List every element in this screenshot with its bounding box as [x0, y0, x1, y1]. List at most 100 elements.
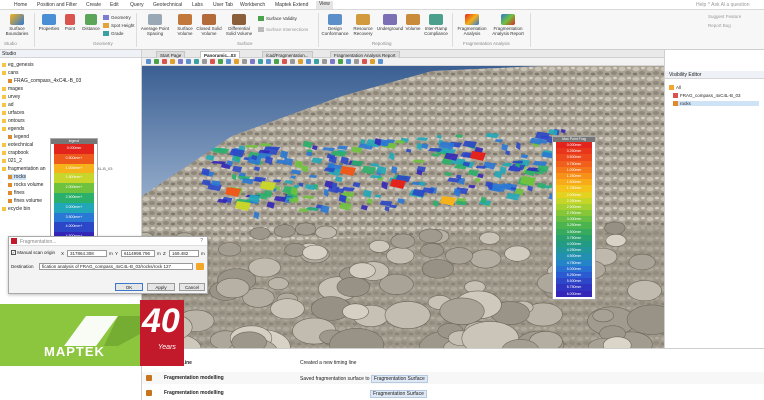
browse-folder-icon[interactable] — [196, 263, 204, 270]
visibility-item-all[interactable]: All — [669, 85, 681, 91]
menu-labs[interactable]: Labs — [192, 2, 203, 8]
apply-button[interactable]: Apply — [147, 283, 175, 291]
toolbar-icon[interactable] — [298, 59, 303, 64]
manual-scan-origin-checkbox[interactable]: ✓ Manual scan origin — [11, 250, 55, 256]
tree-item[interactable]: crapbook — [2, 150, 29, 156]
x-field[interactable]: 317864.308 — [67, 250, 107, 257]
dialog-help-icon[interactable]: ? — [200, 238, 203, 244]
toolbar-icon[interactable] — [346, 59, 351, 64]
closed-solid-volume-button[interactable]: Closed Solid Volume — [196, 14, 222, 36]
log-row[interactable]: Fragmentation modelling Saved fragmentat… — [142, 372, 764, 384]
toolbar-icon[interactable] — [370, 59, 375, 64]
tree-item[interactable]: fines volume — [8, 198, 42, 204]
toolbar-icon[interactable] — [258, 59, 263, 64]
menu-query[interactable]: Query — [130, 2, 144, 8]
toolbar-icon[interactable] — [290, 59, 295, 64]
differential-solid-volume-button[interactable]: Differential Solid Volume — [224, 14, 254, 36]
toolbar-icon[interactable] — [226, 59, 231, 64]
toolbar-icon[interactable] — [330, 59, 335, 64]
design-conformance-button[interactable]: Design Conformance — [320, 14, 350, 36]
toolbar-icon[interactable] — [146, 59, 151, 64]
menu-geotechnical[interactable]: Geotechnical — [153, 2, 182, 8]
menu-maptek-extend[interactable]: Maptek Extend — [275, 2, 308, 8]
tree-item[interactable]: rocks — [8, 174, 26, 180]
y-field[interactable]: 6114998.796 — [121, 250, 155, 257]
fragmentation-surface-link[interactable]: Fragmentation Surface — [370, 390, 427, 398]
visibility-item-rocks[interactable]: rocks — [673, 101, 759, 107]
menu-create[interactable]: Create — [86, 2, 101, 8]
tree-item[interactable]: FRAG_compass_4xC4L-B_03 — [8, 78, 81, 84]
toolbar-icon[interactable] — [210, 59, 215, 64]
tab-cad-fragmentation[interactable]: /cad/Fragmentation... — [262, 51, 313, 58]
toolbar-icon[interactable] — [266, 59, 271, 64]
tree-item[interactable]: ad — [2, 102, 14, 108]
distance-button[interactable]: Distance — [80, 14, 102, 31]
properties-button[interactable]: Properties — [37, 14, 61, 31]
menu-edit[interactable]: Edit — [110, 2, 119, 8]
toolbar-icon[interactable] — [338, 59, 343, 64]
3d-viewer[interactable]: Max Point Frag 0.000mm 0.250mm 0.500mm 0.75… — [142, 66, 664, 348]
menu-workbench[interactable]: Workbench — [240, 2, 265, 8]
z-field[interactable]: 169.482 — [169, 250, 199, 257]
fragmentation-surface-link[interactable]: Fragmentation Surface — [370, 375, 428, 383]
surface-validity-button[interactable]: Surface Validity — [258, 16, 297, 22]
toolbar-icon[interactable] — [186, 59, 191, 64]
underground-button[interactable]: Underground — [376, 14, 404, 31]
tab-start-page[interactable]: Start Page — [156, 51, 186, 58]
tab-fragmentation-report[interactable]: Fragmentation Analysis Report — [330, 51, 400, 58]
visibility-item-scan[interactable]: FRAG_compass_4xC4L-B_03 — [673, 93, 741, 99]
grade-button[interactable]: Grade — [103, 31, 124, 37]
toolbar-icon[interactable] — [322, 59, 327, 64]
tree-item[interactable]: fragmentation an — [2, 166, 46, 172]
toolbar-icon[interactable] — [242, 59, 247, 64]
tree-item[interactable]: ontours — [2, 118, 25, 124]
report-bug-button[interactable]: Report Bug — [708, 23, 731, 28]
tree-item[interactable]: urfaces — [2, 110, 24, 116]
tree-item[interactable]: urvey — [2, 94, 20, 100]
toolbar-icon[interactable] — [274, 59, 279, 64]
toolbar-icon[interactable] — [306, 59, 311, 64]
fragmentation-analysis-button[interactable]: Fragmentation Analysis — [455, 14, 489, 36]
toolbar-icon[interactable] — [378, 59, 383, 64]
surface-volume-button[interactable]: Surface Volume — [175, 14, 195, 36]
help-search[interactable]: Help ^ Ask Al a question — [696, 2, 750, 8]
surface-boundaries-button[interactable]: Surface Boundaries — [4, 14, 30, 36]
ok-button[interactable]: OK — [115, 283, 143, 291]
tree-item[interactable]: legend — [8, 134, 29, 140]
tree-item[interactable]: ecycle bin — [2, 206, 30, 212]
volume-button[interactable]: Volume — [404, 14, 422, 31]
log-row[interactable]: Timing Line Created a new timing line — [142, 357, 764, 369]
toolbar-icon[interactable] — [362, 59, 367, 64]
toolbar-icon[interactable] — [162, 59, 167, 64]
toolbar-icon[interactable] — [154, 59, 159, 64]
toolbar-icon[interactable] — [202, 59, 207, 64]
menu-user-tab[interactable]: User Tab — [213, 2, 233, 8]
toolbar-icon[interactable] — [178, 59, 183, 64]
menu-home[interactable]: Home — [14, 2, 27, 8]
menu-position-filter[interactable]: Position and Filter — [37, 2, 77, 8]
tree-item[interactable]: mages — [2, 86, 23, 92]
fragmentation-analysis-report-button[interactable]: Fragmentation Analysis Report — [490, 14, 526, 36]
resource-recovery-button[interactable]: Resource Recovery — [351, 14, 375, 36]
tree-item[interactable]: eotechnical — [2, 142, 33, 148]
toolbar-icon[interactable] — [250, 59, 255, 64]
tab-panoramic[interactable]: Panoramic...03 — [200, 51, 240, 58]
menu-view[interactable]: View — [316, 1, 333, 9]
geometry-button[interactable]: Geometry — [103, 15, 131, 21]
toolbar-icon[interactable] — [354, 59, 359, 64]
tree-item[interactable]: 021_2 — [2, 158, 22, 164]
destination-field[interactable]: fication analysis of FRAG_compass_4xC4L-… — [39, 263, 193, 270]
tree-item[interactable]: egends — [2, 126, 24, 132]
toolbar-icon[interactable] — [218, 59, 223, 64]
inter-ramp-compliance-button[interactable]: Inter-Ramp Compliance — [423, 14, 449, 36]
tree-item[interactable]: cans — [2, 70, 19, 76]
point-button[interactable]: Point — [62, 14, 78, 31]
suggest-feature-button[interactable]: Suggest Feature — [708, 14, 741, 19]
tree-item[interactable]: eg_genesis — [2, 62, 34, 68]
tree-item[interactable]: rocks volume — [8, 182, 43, 188]
toolbar-icon[interactable] — [194, 59, 199, 64]
toolbar-icon[interactable] — [234, 59, 239, 64]
tree-item[interactable]: fines — [8, 190, 25, 196]
toolbar-icon[interactable] — [170, 59, 175, 64]
log-row[interactable]: Fragmentation modelling Fragmentation Su… — [142, 387, 764, 399]
